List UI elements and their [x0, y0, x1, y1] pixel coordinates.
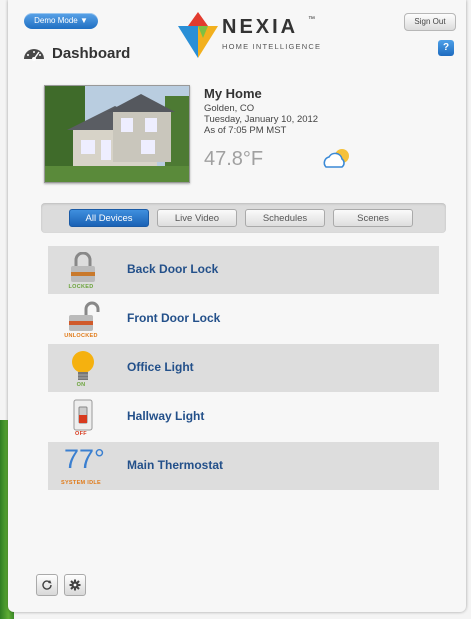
tab-live-video[interactable]: Live Video: [157, 209, 237, 227]
demo-mode-button[interactable]: Demo Mode ▼: [24, 13, 98, 29]
settings-button[interactable]: [64, 574, 86, 596]
device-status: SYSTEM IDLE: [61, 480, 101, 486]
device-row-front-door-lock[interactable]: UNLOCKED Front Door Lock: [48, 295, 439, 343]
house-photo-icon: [45, 86, 189, 182]
thermostat-temperature: 77°: [64, 444, 105, 474]
home-name: My Home: [204, 86, 262, 101]
logo-trademark: ™: [308, 16, 315, 23]
device-row-hallway-light[interactable]: OFF Hallway Light: [48, 393, 439, 441]
nexia-logo-mark-icon: [178, 12, 218, 58]
device-row-back-door-lock[interactable]: LOCKED Back Door Lock: [48, 246, 439, 294]
tab-schedules[interactable]: Schedules: [245, 209, 325, 227]
logo-tagline: HOME INTELLIGENCE: [222, 42, 322, 51]
device-name: Office Light: [127, 360, 194, 374]
refresh-button[interactable]: [36, 574, 58, 596]
lightbulb-on-icon: [72, 351, 94, 380]
lock-unlocked-icon: [69, 301, 100, 331]
home-photo: [44, 85, 190, 183]
home-as-of: As of 7:05 PM MST: [204, 125, 287, 136]
tab-all-devices[interactable]: All Devices: [69, 209, 149, 227]
device-status: ON: [76, 382, 86, 388]
page-title: Dashboard: [22, 42, 130, 64]
device-status: LOCKED: [68, 284, 94, 290]
light-switch-icon: [73, 399, 93, 431]
tab-scenes[interactable]: Scenes: [333, 209, 413, 227]
device-row-office-light[interactable]: ON Office Light: [48, 344, 439, 392]
device-name: Main Thermostat: [127, 458, 224, 472]
dashboard-gauge-icon: [24, 49, 44, 61]
device-status: OFF: [75, 431, 87, 437]
outdoor-temperature: 47.8°F: [204, 148, 264, 170]
home-location: Golden, CO: [204, 103, 255, 114]
device-name: Hallway Light: [127, 409, 205, 423]
device-tab-bar: All Devices Live Video Schedules Scenes: [41, 203, 446, 233]
home-summary: My Home Golden, CO Tuesday, January 10, …: [44, 85, 434, 185]
partly-cloudy-icon: [323, 149, 349, 168]
device-status: UNLOCKED: [64, 333, 98, 339]
gear-icon: [69, 579, 81, 591]
device-row-main-thermostat[interactable]: 77° SYSTEM IDLE Main Thermostat: [48, 442, 439, 490]
device-name: Front Door Lock: [127, 311, 221, 325]
lock-locked-icon: [71, 252, 95, 282]
device-name: Back Door Lock: [127, 262, 219, 276]
home-date: Tuesday, January 10, 2012: [204, 114, 319, 125]
help-button[interactable]: ?: [438, 40, 454, 56]
sign-out-button[interactable]: Sign Out: [404, 13, 456, 31]
nexia-logo: NEXIA ™ HOME INTELLIGENCE: [176, 10, 326, 58]
refresh-icon: [42, 580, 52, 590]
logo-wordmark: NEXIA: [222, 16, 299, 38]
app-window: Demo Mode ▼ NEXIA ™ HOME INTELLIGENCE Si…: [8, 0, 466, 612]
dashboard-title-text: Dashboard: [52, 44, 131, 62]
